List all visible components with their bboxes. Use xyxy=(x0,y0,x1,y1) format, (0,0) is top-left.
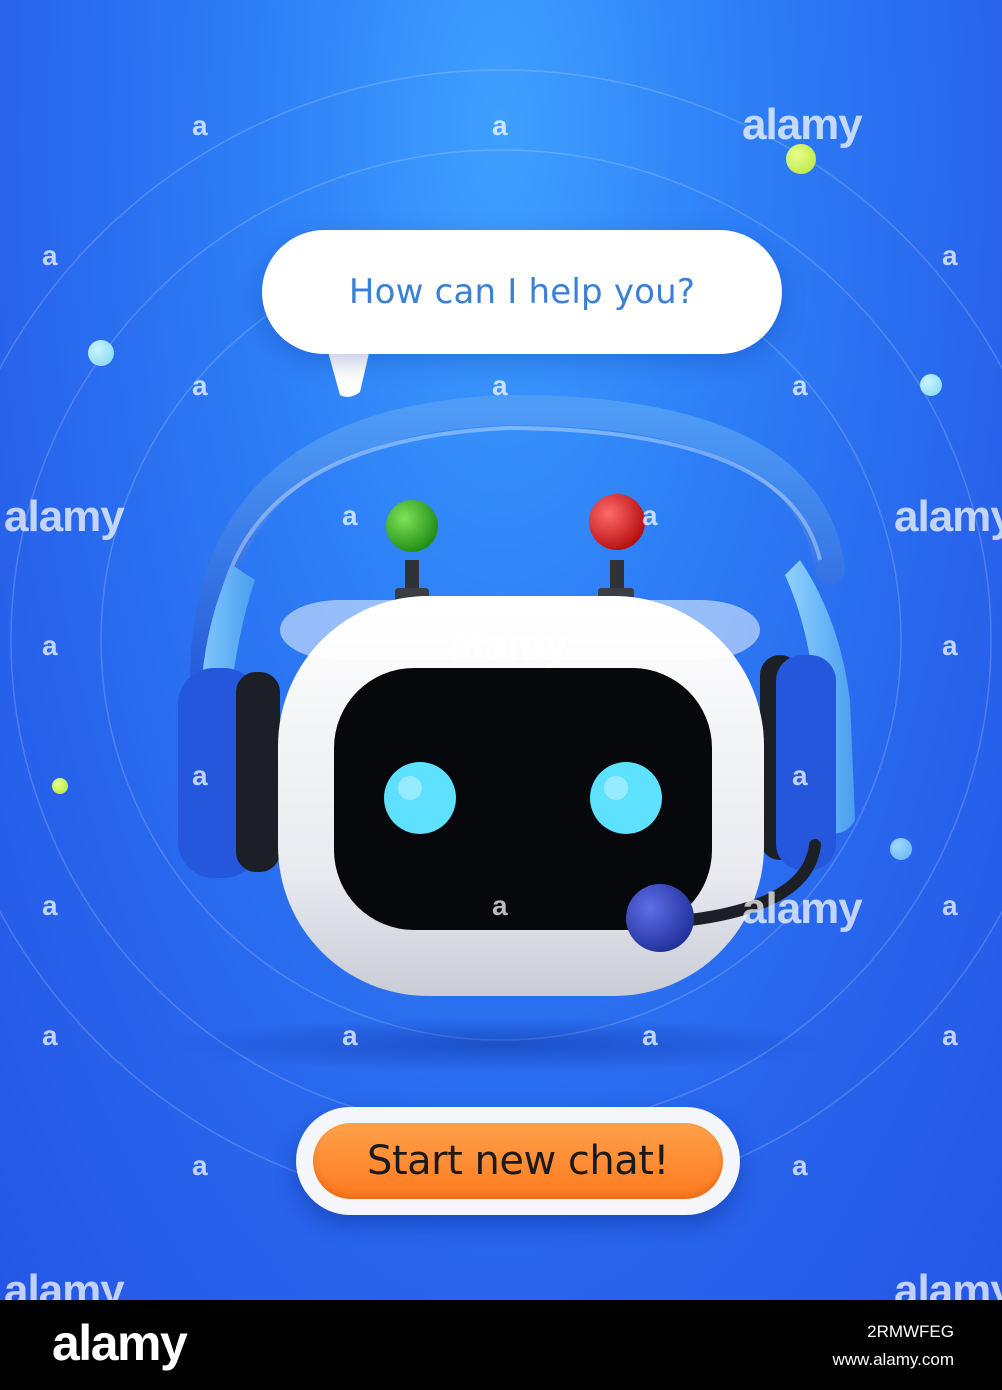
watermark-mark: a xyxy=(192,1150,208,1181)
footer-image-id: 2RMWFEG xyxy=(867,1322,954,1341)
watermark-logo: alamy xyxy=(742,884,863,933)
watermark-mark: a xyxy=(942,630,958,661)
robot-eye-right xyxy=(590,762,662,834)
antenna-left-ball xyxy=(386,500,438,552)
watermark-mark: a xyxy=(942,240,958,271)
footer-url: www.alamy.com xyxy=(832,1350,954,1369)
watermark-mark: a xyxy=(192,110,208,141)
watermark-mark: a xyxy=(342,1020,358,1051)
watermark-mark: a xyxy=(942,1020,958,1051)
watermark-logo: alamy xyxy=(894,492,1002,541)
watermark-logo: alamy xyxy=(4,492,125,541)
start-new-chat-button-face[interactable]: Start new chat! xyxy=(313,1123,723,1199)
watermark-mark: a xyxy=(942,890,958,921)
watermark-mark: a xyxy=(492,370,508,401)
watermark-logo: alamy xyxy=(448,620,569,669)
watermark-mark: a xyxy=(342,500,358,531)
microphone-icon xyxy=(626,884,694,952)
robot-eye-left xyxy=(384,762,456,834)
watermark-mark: a xyxy=(492,890,508,921)
watermark-mark: a xyxy=(792,370,808,401)
watermark-mark: a xyxy=(42,1020,58,1051)
watermark-mark: a xyxy=(492,110,508,141)
watermark-mark: a xyxy=(192,370,208,401)
watermark-mark: a xyxy=(642,1020,658,1051)
watermark-mark: a xyxy=(42,890,58,921)
watermark-logo: alamy xyxy=(4,1266,125,1300)
watermark-mark: a xyxy=(792,760,808,791)
footer-bar: alamy 2RMWFEG www.alamy.com xyxy=(0,1300,1002,1390)
watermark-logo: alamy xyxy=(742,100,863,149)
start-new-chat-label: Start new chat! xyxy=(367,1138,669,1184)
watermark-mark: a xyxy=(42,240,58,271)
antenna-right-ball xyxy=(589,494,645,550)
watermark-mark: a xyxy=(192,760,208,791)
start-new-chat-button[interactable]: Start new chat! xyxy=(296,1107,740,1215)
watermark-mark: a xyxy=(42,630,58,661)
watermark-mark: a xyxy=(792,1150,808,1181)
watermark-logo: alamy xyxy=(894,1266,1002,1300)
footer-logo: alamy xyxy=(52,1315,188,1371)
hero-scene: How can I help you? alamy alamy alamy al… xyxy=(0,0,1002,1300)
watermark-mark: a xyxy=(642,500,658,531)
